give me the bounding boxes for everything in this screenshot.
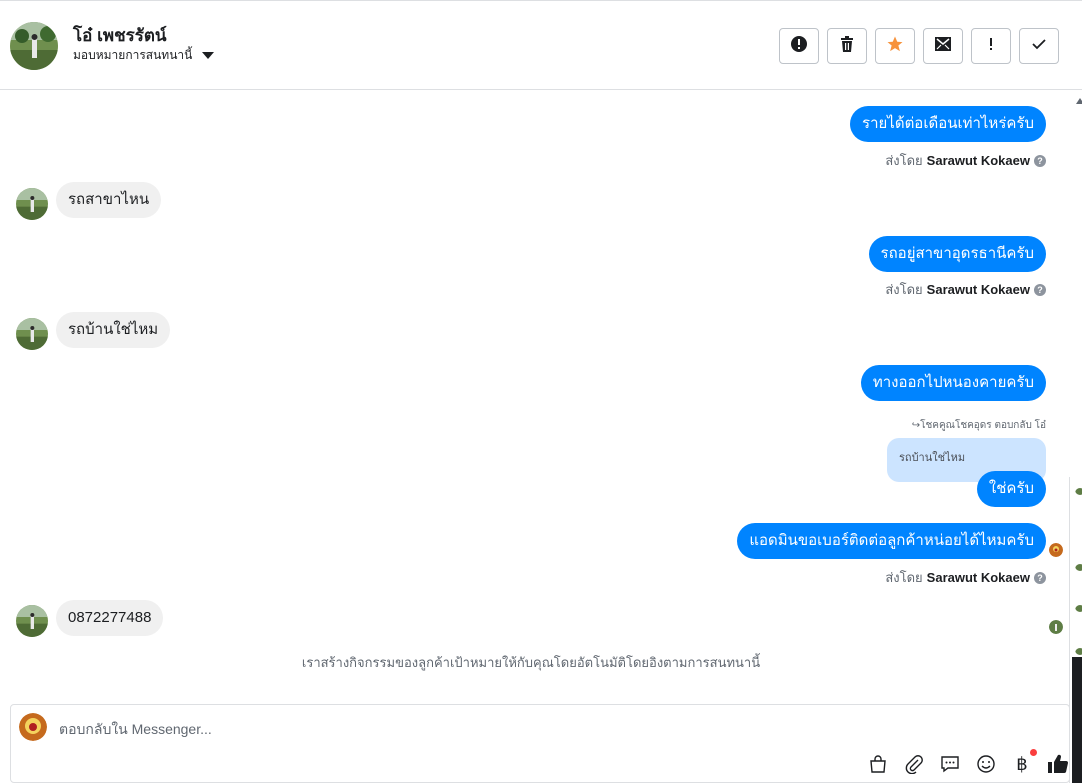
contact-avatar-small[interactable] <box>16 318 48 350</box>
side-scrollbar[interactable] <box>1072 657 1082 783</box>
mark-unread-icon <box>934 35 952 58</box>
notification-dot <box>1030 749 1037 756</box>
assign-conversation[interactable]: มอบหมายการสนทนานี้ <box>73 46 215 65</box>
sent-by: ส่งโดย Sarawut Kokaew ? <box>885 567 1046 588</box>
outgoing-message[interactable]: รถอยู่สาขาอุดรธานีครับ <box>868 236 1046 272</box>
side-avatar[interactable] <box>1075 645 1082 655</box>
sent-by: ส่งโดย Sarawut Kokaew ? <box>885 279 1046 300</box>
sender-name: Sarawut Kokaew <box>926 570 1030 585</box>
help-icon[interactable]: ? <box>1034 283 1046 296</box>
caret-down-icon[interactable] <box>202 52 215 59</box>
star-button[interactable] <box>875 28 915 64</box>
side-avatar[interactable] <box>1075 561 1082 571</box>
message-input[interactable] <box>59 717 759 741</box>
sender-name: Sarawut Kokaew <box>926 153 1030 168</box>
contact-avatar-small[interactable] <box>16 605 48 637</box>
sent-by-prefix: ส่งโดย <box>885 153 923 168</box>
side-panel <box>1069 477 1082 783</box>
help-icon[interactable]: ? <box>1034 571 1046 584</box>
reply-composer: ฿ <box>10 704 1070 783</box>
outgoing-message[interactable]: ใช่ครับ <box>976 471 1046 507</box>
trash-icon <box>838 35 856 58</box>
important-icon <box>790 35 808 58</box>
mark-done-button[interactable] <box>1019 28 1059 64</box>
star-icon <box>886 35 904 58</box>
header-actions <box>779 28 1059 64</box>
attachment-icon[interactable] <box>903 753 925 775</box>
important-button[interactable] <box>779 28 819 64</box>
outgoing-message[interactable]: แอดมินขอเบอร์ติดต่อลูกค้าหน่อยได้ไหมครับ <box>737 523 1046 559</box>
contact-name: โอ๋ เพชรรัตน์ <box>73 26 167 45</box>
sender-name: Sarawut Kokaew <box>926 282 1030 297</box>
page-avatar <box>19 713 47 741</box>
message-thread[interactable]: รายได้ต่อเดือนเท่าไหร่ครับ ส่งโดย Sarawu… <box>0 90 1082 704</box>
side-avatar[interactable] <box>1075 602 1082 612</box>
contact-avatar-small[interactable] <box>16 188 48 220</box>
spam-button[interactable] <box>971 28 1011 64</box>
system-note: เราสร้างกิจกรรมของลูกค้าเป้าหมายให้กับคุ… <box>301 655 761 670</box>
scroll-up-arrow-icon[interactable] <box>1076 98 1082 104</box>
reply-meta: ↪โชคคูณโชคอุดร ตอบกลับ โอ๋ <box>912 418 1046 433</box>
help-icon[interactable]: ? <box>1034 154 1046 167</box>
saved-reply-icon[interactable] <box>939 753 961 775</box>
payment-icon[interactable]: ฿ <box>1011 749 1037 775</box>
reply-arrow-icon: ↪ <box>911 420 921 431</box>
side-avatar[interactable] <box>1075 485 1082 495</box>
sent-by: ส่งโดย Sarawut Kokaew ? <box>885 150 1046 171</box>
done-icon <box>1030 35 1048 58</box>
composer-tools: ฿ <box>867 749 1069 775</box>
mark-unread-button[interactable] <box>923 28 963 64</box>
seen-by-avatar <box>1049 620 1063 634</box>
outgoing-message[interactable]: ทางออกไปหนองคายครับ <box>860 365 1046 401</box>
incoming-message[interactable]: รถบ้านใช่ไหม <box>56 312 171 348</box>
sent-by-prefix: ส่งโดย <box>885 570 923 585</box>
reply-meta-text: โชคคูณโชคอุดร ตอบกลับ โอ๋ <box>920 420 1046 431</box>
shopping-bag-icon[interactable] <box>867 753 889 775</box>
emoji-icon[interactable] <box>975 753 997 775</box>
assign-label: มอบหมายการสนทนานี้ <box>73 48 193 62</box>
incoming-message[interactable]: 0872277488 <box>56 600 164 636</box>
outgoing-message[interactable]: รายได้ต่อเดือนเท่าไหร่ครับ <box>850 106 1046 142</box>
sent-by-prefix: ส่งโดย <box>885 282 923 297</box>
spam-icon <box>982 35 1000 58</box>
delete-button[interactable] <box>827 28 867 64</box>
contact-avatar[interactable] <box>10 22 58 70</box>
incoming-message[interactable]: รถสาขาไหน <box>56 182 162 218</box>
thumbs-up-icon[interactable] <box>1047 753 1069 775</box>
conversation-header: โอ๋ เพชรรัตน์ มอบหมายการสนทนานี้ <box>0 0 1082 90</box>
seen-by-avatar <box>1049 543 1063 557</box>
